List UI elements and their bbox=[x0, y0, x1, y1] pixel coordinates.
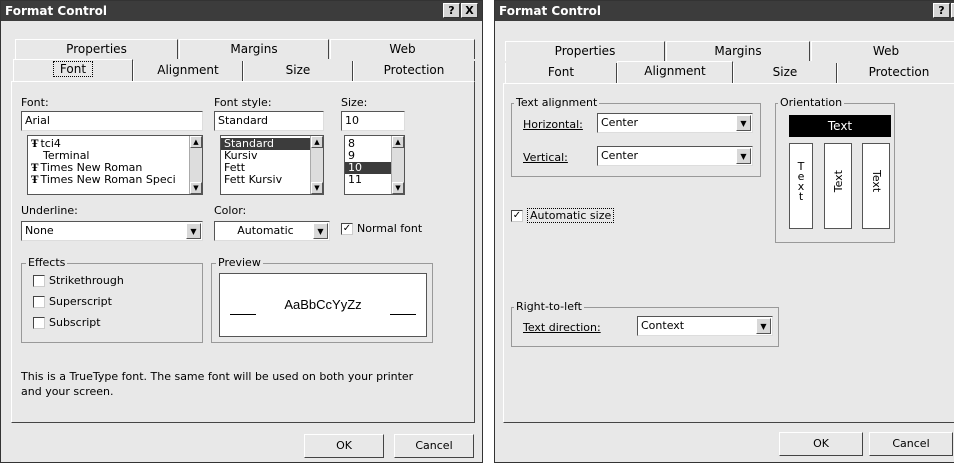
tab-font-label: Font bbox=[52, 61, 94, 77]
size-list-scrollbar[interactable]: ▲ ▼ bbox=[391, 136, 404, 194]
underline-dropdown[interactable]: None ▼ bbox=[21, 221, 203, 241]
underline-value: None bbox=[25, 224, 54, 237]
format-control-dialog-font: Format Control ? X Properties Margins We… bbox=[0, 0, 483, 463]
automatic-size-checkbox[interactable]: ✓ Automatic size bbox=[511, 208, 615, 223]
automatic-size-label: Automatic size bbox=[527, 208, 615, 223]
strikethrough-checkbox[interactable]: Strikethrough bbox=[33, 274, 124, 287]
tab-properties[interactable]: Properties bbox=[505, 41, 665, 61]
normal-font-label: Normal font bbox=[357, 222, 423, 235]
tab-font[interactable]: Font bbox=[13, 59, 133, 81]
text-direction-value: Context bbox=[641, 319, 685, 332]
tab-protection[interactable]: Protection bbox=[837, 63, 954, 83]
vertical-dropdown[interactable]: Center ▼ bbox=[597, 146, 753, 166]
scroll-up-icon[interactable]: ▲ bbox=[311, 136, 323, 148]
title-bar: Format Control bbox=[1, 1, 482, 21]
strikethrough-label: Strikethrough bbox=[49, 274, 124, 287]
size-list[interactable]: 8 9 10 11 ▲ ▼ bbox=[344, 135, 405, 195]
dialog-title: Format Control bbox=[5, 4, 107, 18]
orientation-label: Orientation bbox=[778, 96, 845, 109]
scroll-up-icon[interactable]: ▲ bbox=[392, 136, 404, 148]
tab-margins[interactable]: Margins bbox=[666, 41, 810, 61]
ok-button[interactable]: OK bbox=[304, 434, 384, 458]
info-text-line2: and your screen. bbox=[21, 385, 114, 398]
preview-label: Preview bbox=[216, 256, 263, 269]
checkmark-icon: ✓ bbox=[511, 209, 523, 222]
format-control-dialog-alignment: Format Control ? X Properties Margins We… bbox=[494, 0, 954, 463]
superscript-label: Superscript bbox=[49, 295, 112, 308]
effects-label: Effects bbox=[26, 256, 68, 269]
font-list[interactable]: Ŧtci4 Terminal Ŧ Times New Roman Ŧ Times N… bbox=[27, 135, 203, 195]
cancel-button[interactable]: Cancel bbox=[869, 432, 953, 456]
help-button[interactable]: ? bbox=[443, 3, 460, 18]
dialog-title: Format Control bbox=[499, 4, 601, 18]
orientation-rotated-down-option[interactable]: Text bbox=[862, 143, 890, 229]
font-style-item[interactable]: Fett Kursiv bbox=[221, 174, 323, 186]
tab-size[interactable]: Size bbox=[733, 63, 837, 83]
horizontal-label: Horizontal: bbox=[523, 118, 583, 131]
vertical-label: Vertical: bbox=[523, 151, 568, 164]
scroll-up-icon[interactable]: ▲ bbox=[190, 136, 202, 148]
color-dropdown[interactable]: Automatic ▼ bbox=[214, 221, 330, 241]
underline-label: Underline: bbox=[21, 204, 78, 217]
tab-margins[interactable]: Margins bbox=[179, 39, 329, 59]
font-style-label: Font style: bbox=[214, 96, 272, 109]
scroll-down-icon[interactable]: ▼ bbox=[392, 182, 404, 194]
close-button[interactable]: X bbox=[461, 3, 478, 18]
font-list-item[interactable]: Ŧ Times New Roman Speci bbox=[28, 174, 202, 187]
tab-alignment[interactable]: Alignment bbox=[617, 61, 733, 83]
chevron-down-icon[interactable]: ▼ bbox=[736, 148, 751, 164]
color-label: Color: bbox=[214, 204, 247, 217]
ok-button[interactable]: OK bbox=[779, 432, 863, 456]
orientation-rotated-up-option[interactable]: Text bbox=[824, 143, 852, 229]
horizontal-value: Center bbox=[601, 116, 639, 129]
vertical-value: Center bbox=[601, 149, 639, 162]
preview-text: AaBbCcYyZz bbox=[284, 297, 362, 312]
preview-box: AaBbCcYyZz bbox=[219, 273, 427, 337]
text-direction-label: Text direction: bbox=[523, 321, 601, 334]
font-style-input[interactable]: Standard bbox=[214, 111, 324, 131]
chevron-down-icon[interactable]: ▼ bbox=[756, 318, 771, 334]
font-style-list[interactable]: Standard Kursiv Fett Fett Kursiv ▲ ▼ bbox=[220, 135, 324, 195]
subscript-label: Subscript bbox=[49, 316, 101, 329]
tab-font[interactable]: Font bbox=[505, 63, 617, 83]
font-style-scrollbar[interactable]: ▲ ▼ bbox=[310, 136, 323, 194]
size-label: Size: bbox=[341, 96, 368, 109]
help-button[interactable]: ? bbox=[933, 3, 950, 18]
chevron-down-icon[interactable]: ▼ bbox=[736, 115, 751, 131]
truetype-icon: Ŧ bbox=[31, 163, 39, 174]
font-list-scrollbar[interactable]: ▲ ▼ bbox=[189, 136, 202, 194]
cancel-button[interactable]: Cancel bbox=[394, 434, 474, 458]
tab-web[interactable]: Web bbox=[330, 39, 475, 59]
tab-alignment[interactable]: Alignment bbox=[133, 61, 243, 81]
normal-font-checkbox[interactable]: ✓ Normal font bbox=[341, 222, 422, 235]
scroll-down-icon[interactable]: ▼ bbox=[311, 182, 323, 194]
info-text-line1: This is a TrueType font. The same font w… bbox=[21, 370, 414, 383]
horizontal-dropdown[interactable]: Center ▼ bbox=[597, 113, 753, 133]
scroll-down-icon[interactable]: ▼ bbox=[190, 182, 202, 194]
truetype-icon: Ŧ bbox=[31, 139, 39, 150]
truetype-icon: Ŧ bbox=[31, 175, 39, 186]
font-input[interactable]: Arial bbox=[21, 111, 203, 131]
color-value: Automatic bbox=[237, 224, 294, 237]
text-direction-dropdown[interactable]: Context ▼ bbox=[637, 316, 773, 336]
tab-size[interactable]: Size bbox=[243, 61, 353, 81]
checkmark-icon: ✓ bbox=[341, 222, 353, 235]
superscript-checkbox[interactable]: Superscript bbox=[33, 295, 112, 308]
chevron-down-icon[interactable]: ▼ bbox=[313, 223, 328, 239]
orientation-stacked-option[interactable]: T e x t bbox=[789, 143, 813, 229]
tab-web[interactable]: Web bbox=[811, 41, 954, 61]
font-label: Font: bbox=[21, 96, 49, 109]
orientation-horizontal-option[interactable]: Text bbox=[789, 115, 891, 137]
tab-protection[interactable]: Protection bbox=[353, 61, 475, 81]
text-alignment-label: Text alignment bbox=[514, 96, 600, 109]
subscript-checkbox[interactable]: Subscript bbox=[33, 316, 101, 329]
right-to-left-label: Right-to-left bbox=[514, 300, 584, 313]
tab-properties[interactable]: Properties bbox=[15, 39, 178, 59]
chevron-down-icon[interactable]: ▼ bbox=[186, 223, 201, 239]
title-bar: Format Control bbox=[495, 1, 954, 21]
size-input[interactable]: 10 bbox=[341, 111, 405, 131]
